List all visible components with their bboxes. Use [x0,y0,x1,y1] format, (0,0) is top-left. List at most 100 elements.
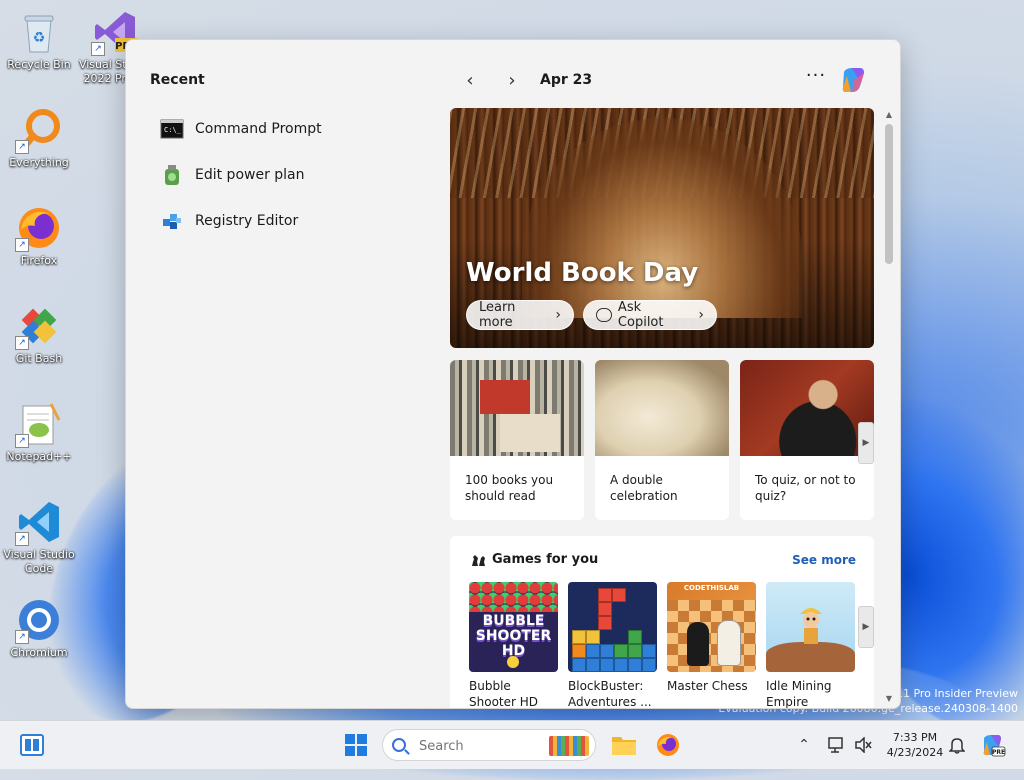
games-scroll-right-button[interactable]: ▶ [858,606,874,648]
windows-logo-icon [345,734,367,756]
article-card[interactable]: To quiz, or not to quiz? [740,360,874,520]
taskbar: ⌃ 7:33 PM 4/23/2024 PRE [0,720,1024,769]
network-icon [828,737,843,753]
article-title: 100 books you should read [465,473,554,503]
desktop-icon-label: Everything [9,156,69,169]
game-tile-master-chess[interactable]: CODETHISLAB Master Chess [667,582,756,694]
copilot-taskbar-button[interactable]: PRE [978,721,1008,769]
everything-search-icon: ↗ [15,106,63,154]
desktop-icon-chromium[interactable]: ↗ Chromium [2,596,76,660]
chevron-right-icon: › [698,307,704,323]
shortcut-arrow-icon: ↗ [15,532,29,546]
black-king-icon [687,622,709,666]
article-title: To quiz, or not to quiz? [755,473,856,503]
learn-more-label: Learn more [479,300,516,330]
notepad-plus-plus-icon: ↗ [15,400,63,448]
bubbles-graphic [469,582,558,612]
article-image-portrait [740,360,874,456]
master-chess-art: CODETHISLAB [667,582,756,672]
ask-copilot-button[interactable]: Ask Copilot › [583,300,717,330]
learn-more-button[interactable]: Learn more › [466,300,574,330]
taskbar-clock[interactable]: 7:33 PM 4/23/2024 [880,730,950,760]
scroll-up-icon[interactable]: ▲ [884,110,894,120]
bubble-ball-graphic [507,656,519,668]
power-plan-icon [160,163,184,187]
codethislab-logo: CODETHISLAB [683,584,740,592]
desktop-icon-git-bash[interactable]: ↗ Git Bash [2,302,76,366]
scrollbar-thumb[interactable] [885,124,893,264]
shortcut-arrow-icon: ↗ [15,630,29,644]
copilot-icon[interactable] [838,64,870,96]
feed-scrollbar[interactable]: ▲ ▼ [884,110,894,704]
games-heading: Games for you [470,552,598,567]
article-title: A double celebration [610,473,678,503]
desktop-icon-notepad-plus-plus[interactable]: ↗ Notepad++ [2,400,76,464]
git-bash-icon: ↗ [15,302,63,350]
bell-icon [949,738,965,754]
recent-item-label: Registry Editor [195,213,299,229]
game-tile-bubble-shooter[interactable]: BUBBLE SHOOTER HD Bubble Shooter HD [469,582,558,708]
game-name: Idle Mining Empire [766,679,832,708]
recent-item-registry-editor[interactable]: Registry Editor [160,198,420,244]
shortcut-arrow-icon: ↗ [91,42,105,56]
widgets-button[interactable] [14,721,50,769]
game-name: Master Chess [667,679,748,693]
shortcut-arrow-icon: ↗ [15,336,29,350]
notifications-button[interactable] [946,721,968,769]
article-cards: 100 books you should read A double celeb… [450,360,876,520]
cmd-icon: C:\_ [160,117,184,141]
start-button[interactable] [338,721,374,769]
svg-text:C:\_: C:\_ [164,126,182,134]
games-title: Games for you [492,552,599,567]
recent-list: C:\_ Command Prompt Edit power plan Regi… [160,106,420,244]
article-card[interactable]: A double celebration [595,360,729,520]
taskbar-search-box[interactable] [382,729,596,761]
widgets-icon [20,734,44,756]
show-hidden-icons-button[interactable]: ⌃ [792,721,816,769]
chess-piece-icon [470,553,486,567]
firefox-icon: ↗ [15,204,63,252]
desktop-icon-label: Chromium [10,646,68,659]
hero-card-world-book-day[interactable]: World Book Day Learn more › Ask Copilot … [450,108,874,348]
blockbuster-art [568,582,657,672]
scroll-down-icon[interactable]: ▼ [884,694,894,704]
recent-item-command-prompt[interactable]: C:\_ Command Prompt [160,106,420,152]
search-highlight-books-icon[interactable] [549,736,589,756]
dirt-pile-graphic [766,642,855,672]
search-input[interactable] [417,736,521,756]
file-explorer-button[interactable] [606,721,642,769]
firefox-taskbar-button[interactable] [650,721,686,769]
cards-scroll-right-button[interactable]: ▶ [858,422,874,464]
game-tile-blockbuster[interactable]: BlockBuster: Adventures ... [568,582,657,708]
caret-right-icon: ▶ [862,622,870,632]
miner-icon [796,602,826,646]
recent-item-edit-power-plan[interactable]: Edit power plan [160,152,420,198]
more-options-button[interactable]: ··· [802,67,830,92]
svg-text:PRE: PRE [992,749,1005,756]
vscode-icon: ↗ [15,498,63,546]
article-card[interactable]: 100 books you should read [450,360,584,520]
chevron-right-icon: › [555,307,561,323]
feed-navigation: ‹ › Apr 23 [456,64,592,96]
previous-day-button[interactable]: ‹ [456,66,484,94]
desktop-icon-recycle-bin[interactable]: ♻ Recycle Bin [2,8,76,72]
network-status-button[interactable] [826,721,848,769]
game-tile-idle-mining-empire[interactable]: Idle Mining Empire [766,582,855,708]
speaker-muted-icon [855,737,872,753]
recent-item-label: Edit power plan [195,167,305,183]
chevron-left-icon: ‹ [466,69,474,91]
volume-button[interactable] [852,721,874,769]
chevron-up-icon: ⌃ [798,737,810,753]
article-image-reader [450,360,584,456]
game-name: Bubble Shooter HD [469,679,539,708]
desktop-icon-vscode[interactable]: ↗ Visual Studio Code [2,498,76,576]
caret-right-icon: ▶ [862,438,870,448]
see-more-link[interactable]: See more [792,553,856,567]
desktop-icon-everything[interactable]: ↗ Everything [2,106,76,170]
copilot-icon: PRE [983,735,1006,757]
next-day-button[interactable]: › [498,66,526,94]
recycle-bin-icon: ♻ [15,8,63,56]
search-icon [392,738,406,752]
desktop-icon-label: Recycle Bin [7,58,71,71]
desktop-icon-firefox[interactable]: ↗ Firefox [2,204,76,268]
